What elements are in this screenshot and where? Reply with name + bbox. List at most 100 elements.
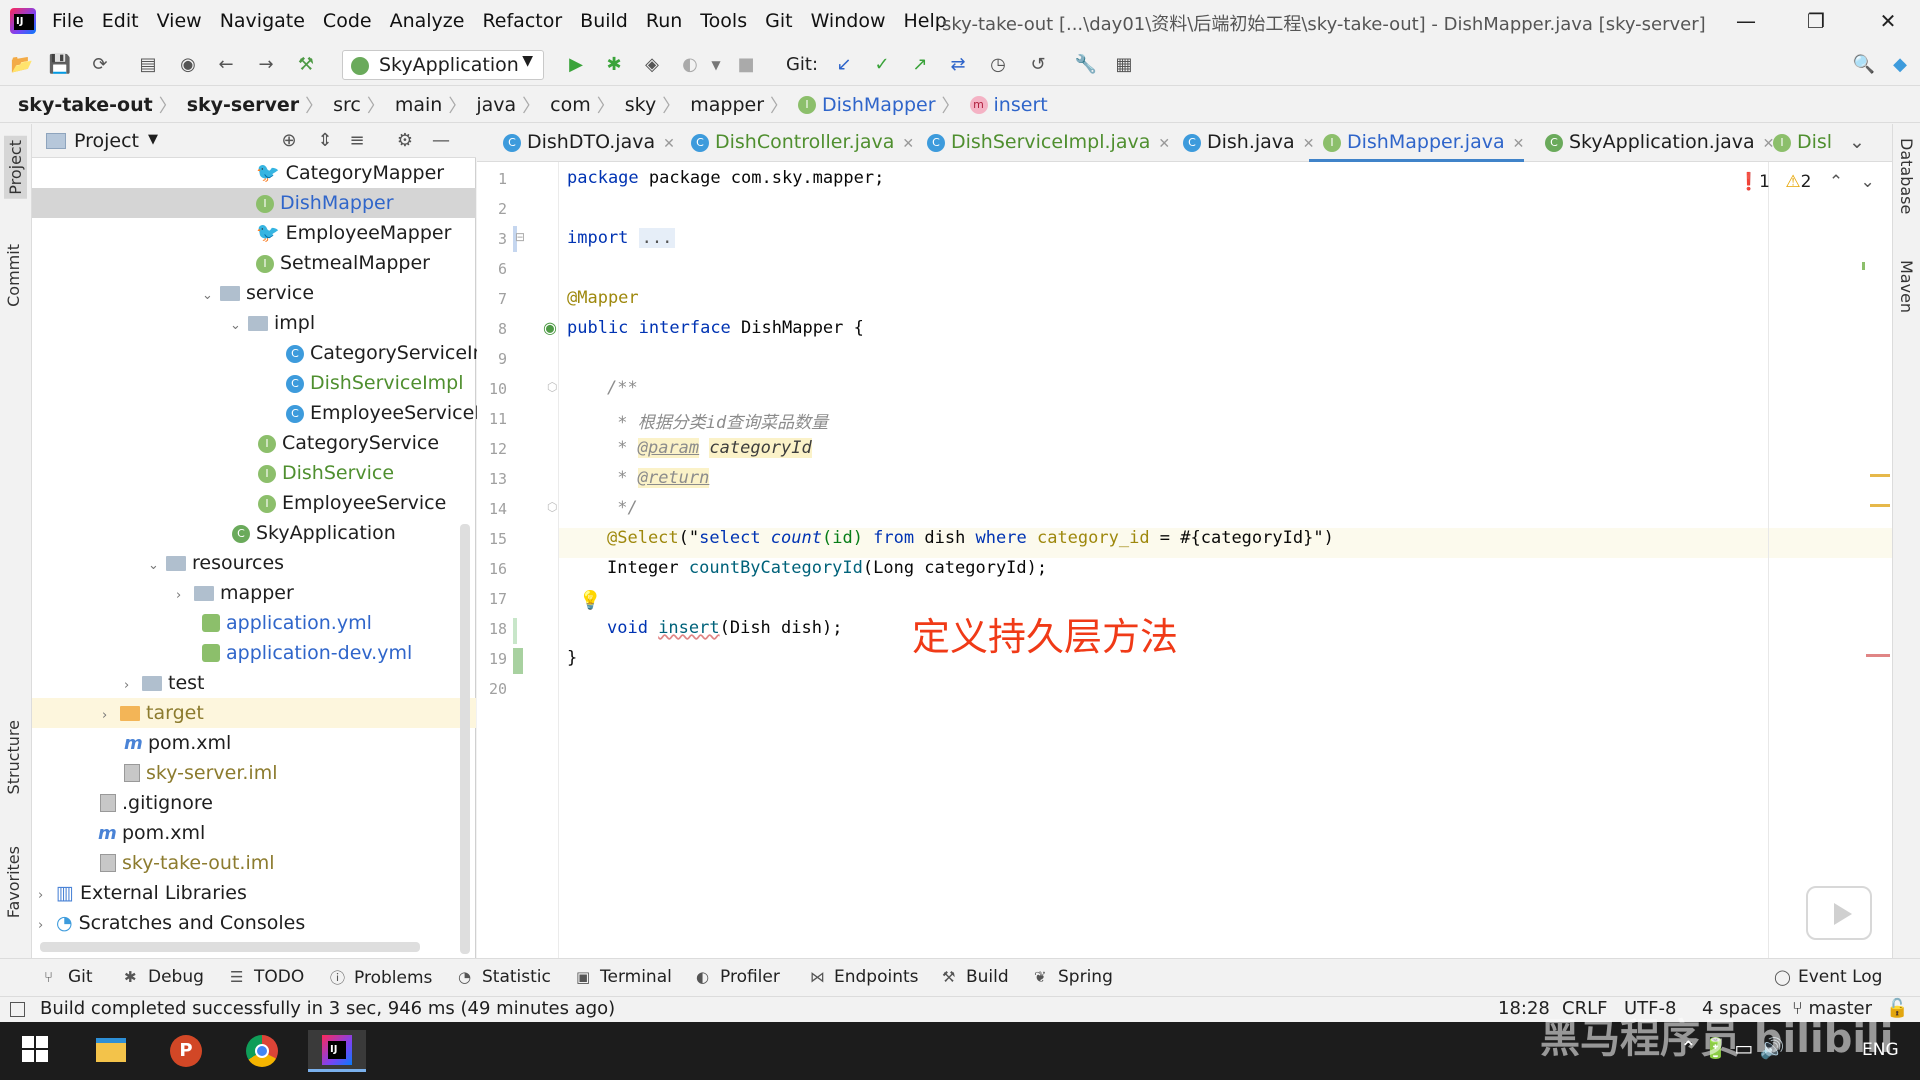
tool-event-log[interactable]: ◯ Event Log <box>1774 967 1882 987</box>
menu-navigate[interactable]: Navigate <box>220 10 305 32</box>
tab-project[interactable]: Project <box>4 136 27 199</box>
lightbulb-icon[interactable]: 💡 <box>579 590 601 611</box>
menu-help[interactable]: Help <box>903 10 946 32</box>
git-compare-icon[interactable]: ⇄ <box>946 53 970 77</box>
tab-list-chevron-icon[interactable]: ⌄ <box>1835 124 1865 162</box>
run-configuration-select[interactable]: SkyApplication ▼ <box>342 50 544 80</box>
menu-analyze[interactable]: Analyze <box>390 10 465 32</box>
build-hammer-icon[interactable]: ⚒ <box>294 53 318 77</box>
tab-dishdto[interactable]: C DishDTO.java ✕ <box>489 124 675 162</box>
warning-scroll-marker[interactable] <box>1870 474 1890 477</box>
tool-problems[interactable]: ⓘ Problems <box>330 967 432 988</box>
tree-item[interactable]: › ▥ External Libraries <box>32 878 476 908</box>
minimize-button[interactable]: — <box>1726 6 1766 36</box>
menu-run[interactable]: Run <box>646 10 682 32</box>
tool-spring[interactable]: ❦ Spring <box>1034 967 1113 987</box>
breadcrumb-module[interactable]: sky-server <box>187 94 299 116</box>
project-structure-icon[interactable]: ▤ <box>136 53 160 77</box>
forward-icon[interactable]: → <box>254 53 278 77</box>
close-icon[interactable]: ✕ <box>1513 136 1525 152</box>
tree-item[interactable]: .gitignore <box>32 788 476 818</box>
folded-imports[interactable]: ... <box>638 228 676 248</box>
tab-dishcontroller[interactable]: C DishController.java ✕ <box>677 124 914 162</box>
tab-favorites[interactable]: Favorites <box>4 846 23 918</box>
chrome-icon[interactable] <box>232 1030 290 1072</box>
breadcrumb-project[interactable]: sky-take-out <box>18 94 153 116</box>
tab-dishserviceimpl[interactable]: C DishServiceImpl.java ✕ <box>913 124 1170 162</box>
tool-profiler[interactable]: ◐ Profiler <box>696 967 780 987</box>
tool-statistic[interactable]: ◔ Statistic <box>458 967 551 987</box>
error-scroll-marker[interactable] <box>1866 654 1890 657</box>
git-push-icon[interactable]: ↗ <box>908 53 932 77</box>
stop-icon[interactable]: ■ <box>734 53 758 77</box>
history-icon[interactable]: ◷ <box>986 53 1010 77</box>
tree-item[interactable]: sky-server.iml <box>32 758 476 788</box>
file-explorer-icon[interactable] <box>82 1030 140 1072</box>
tree-item[interactable]: › test <box>32 668 476 698</box>
breadcrumb-com[interactable]: com <box>550 94 591 116</box>
rollback-icon[interactable]: ↺ <box>1026 53 1050 77</box>
play-icon[interactable] <box>1806 886 1872 940</box>
project-panel-title[interactable]: Project <box>74 130 139 152</box>
tree-item[interactable]: I SetmealMapper <box>32 248 476 278</box>
tab-structure[interactable]: Structure <box>4 720 23 794</box>
search-icon[interactable]: 🔍 <box>1852 53 1876 77</box>
tab-skyapplication[interactable]: C SkyApplication.java ✕ <box>1531 124 1774 162</box>
tab-maven[interactable]: Maven <box>1897 260 1916 313</box>
tool-debug[interactable]: ✱ Debug <box>124 967 204 987</box>
chevron-down-icon[interactable]: ▼ <box>148 132 158 147</box>
tool-endpoints[interactable]: ⋈ Endpoints <box>810 967 919 987</box>
tree-item[interactable]: I DishService <box>32 458 476 488</box>
tab-disl[interactable]: I Disl <box>1759 124 1832 162</box>
close-icon[interactable]: ✕ <box>663 136 675 152</box>
menu-build[interactable]: Build <box>580 10 628 32</box>
chevron-up-icon[interactable]: ⌃ <box>1829 172 1843 192</box>
menu-refactor[interactable]: Refactor <box>482 10 562 32</box>
mybatis-navigate-icon[interactable]: ◉ <box>543 318 557 337</box>
tree-item[interactable]: C DishServiceImpl <box>32 368 476 398</box>
menu-git[interactable]: Git <box>765 10 792 32</box>
tab-dishmapper[interactable]: I DishMapper.java ✕ <box>1309 124 1525 162</box>
chevron-down-icon[interactable]: ▼ <box>704 53 728 77</box>
settings-wrench-icon[interactable]: 🔧 <box>1074 53 1098 77</box>
tree-item[interactable]: I EmployeeService <box>32 488 476 518</box>
gear-icon[interactable]: ⚙ <box>394 130 416 152</box>
tab-database[interactable]: Database <box>1897 138 1916 214</box>
tree-item[interactable]: › mapper <box>32 578 476 608</box>
debug-icon[interactable]: ✱ <box>602 53 626 77</box>
tree-item[interactable]: ⌄ impl <box>32 308 476 338</box>
chevron-down-icon[interactable]: ⌄ <box>148 551 166 581</box>
locate-icon[interactable]: ⊕ <box>278 130 300 152</box>
menu-view[interactable]: View <box>157 10 202 32</box>
git-update-icon[interactable]: ↙ <box>832 53 856 77</box>
breadcrumb-mapper[interactable]: mapper <box>690 94 764 116</box>
chevron-right-icon[interactable]: › <box>38 881 56 911</box>
save-all-icon[interactable]: 💾 <box>48 53 72 77</box>
tree-item[interactable]: C EmployeeServiceIm <box>32 398 498 428</box>
back-icon[interactable]: ← <box>214 53 238 77</box>
tool-build[interactable]: ⚒ Build <box>942 967 1009 987</box>
tree-item[interactable]: › ◔ Scratches and Consoles <box>32 908 476 938</box>
powerpoint-icon[interactable]: P <box>156 1030 214 1072</box>
tool-terminal[interactable]: ▣ Terminal <box>576 967 672 987</box>
tree-item[interactable]: m pom.xml <box>32 818 476 848</box>
class-icon[interactable]: ◉ <box>176 53 200 77</box>
sync-icon[interactable]: ⟳ <box>88 53 112 77</box>
chevron-right-icon[interactable]: › <box>176 581 194 611</box>
chevron-right-icon[interactable]: › <box>38 911 56 941</box>
menu-edit[interactable]: Edit <box>102 10 139 32</box>
chevron-down-icon[interactable]: ⌄ <box>1861 172 1875 192</box>
warning-scroll-marker[interactable] <box>1870 504 1890 507</box>
tree-item[interactable]: C CategoryServiceIm <box>32 338 491 368</box>
tree-item[interactable]: ⌄ service <box>32 278 476 308</box>
chevron-right-icon[interactable]: › <box>102 701 120 731</box>
menu-code[interactable]: Code <box>323 10 372 32</box>
tree-item[interactable]: C SkyApplication <box>32 518 476 548</box>
breadcrumb-sky[interactable]: sky <box>625 94 656 116</box>
breadcrumb-main[interactable]: main <box>395 94 442 116</box>
tool-todo[interactable]: ☰ TODO <box>230 967 304 987</box>
profile-icon[interactable]: ◐ <box>678 53 702 77</box>
restore-button[interactable]: ❐ <box>1796 6 1836 36</box>
horizontal-scrollbar[interactable] <box>40 942 420 952</box>
breadcrumb-insert[interactable]: insert <box>994 94 1048 116</box>
